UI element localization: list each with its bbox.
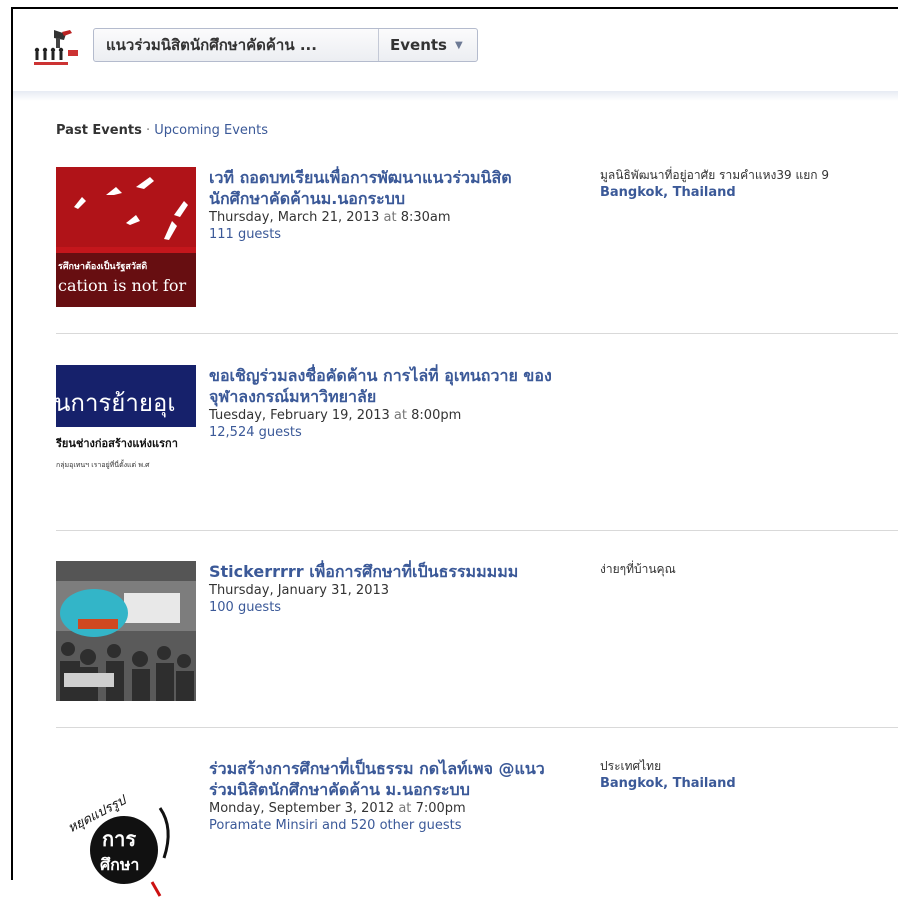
event-title[interactable]: Stickerrrrr เพื่อการศึกษาที่เป็นธรรมมมมม [209,561,554,582]
event-guests[interactable]: 12,524 guests [209,424,554,441]
event-location-city[interactable]: Bangkok, Thailand [600,184,898,201]
event-title[interactable]: ร่วมสร้างการศึกษาที่เป็นธรรม กดไลท์เพจ @… [209,758,554,800]
event-time: 8:00pm [411,408,462,423]
event-date-text: Thursday, March 21, 2013 [209,210,380,225]
event-divider [56,333,898,334]
thumb-caption: การ [102,827,136,851]
event-date-text: Monday, September 3, 2012 [209,801,395,816]
page-header: แนวร่วมนิสิตนักศึกษาคัดค้าน ... Events ▼ [13,9,898,92]
event-time: 7:00pm [415,801,466,816]
event-location: มูลนิธิพัฒนาที่อยู่อาศัย รามคำแหง39 แยก … [600,167,898,201]
event-guests[interactable]: 100 guests [209,599,554,616]
section-dropdown[interactable]: Events ▼ [379,36,463,54]
event-thumbnail[interactable]: นการย้ายอุเ รียนช่างก่อสร้างแห่งแรกา กลุ… [56,365,196,505]
event-info: ขอเชิญร่วมลงชื่อคัดค้าน การไล่ที่ อุเทนถ… [209,365,554,441]
page-frame: แนวร่วมนิสิตนักศึกษาคัดค้าน ... Events ▼… [11,7,898,898]
event-location-name: ประเทศไทย [600,759,662,773]
header-shadow [13,91,898,101]
event-thumbnail[interactable] [56,561,196,701]
event-thumbnail[interactable]: หยุดแปรรูป การ ศึกษา [56,758,196,898]
event-thumbnail[interactable]: รศึกษาต้องเป็นรัฐสวัสดิ cation is not fo… [56,167,196,307]
event-divider [56,530,898,531]
chevron-down-icon: ▼ [454,39,463,51]
event-title[interactable]: เวที ถอดบทเรียนเพื่อการพัฒนาแนวร่วมนิสิต… [209,167,554,209]
event-date: Tuesday, February 19, 2013 at 8:00pm [209,407,554,424]
event-title[interactable]: ขอเชิญร่วมลงชื่อคัดค้าน การไล่ที่ อุเทนถ… [209,365,554,407]
event-date: Thursday, January 31, 2013 [209,582,554,599]
event-location-name: มูลนิธิพัฒนาที่อยู่อาศัย รามคำแหง39 แยก … [600,168,829,182]
thumb-caption: รียนช่างก่อสร้างแห่งแรกา [56,437,178,450]
event-info: Stickerrrrr เพื่อการศึกษาที่เป็นธรรมมมมม… [209,561,554,616]
section-label: Events [390,36,447,54]
event-date: Thursday, March 21, 2013 at 8:30am [209,209,554,226]
page-name: แนวร่วมนิสิตนักศึกษาคัดค้าน ... [106,36,317,54]
tab-past-events[interactable]: Past Events [56,123,142,138]
thumb-caption: นการย้ายอุเ [56,389,176,418]
event-location: ง่ายๆที่บ้านคุณ [600,561,898,578]
event-at: at [393,408,407,423]
event-at: at [398,801,412,816]
thumb-caption: ศึกษา [100,855,139,874]
event-location: ประเทศไทย Bangkok, Thailand [600,758,898,792]
event-info: เวที ถอดบทเรียนเพื่อการพัฒนาแนวร่วมนิสิต… [209,167,554,243]
event-date: Monday, September 3, 2012 at 7:00pm [209,800,554,817]
page-logo[interactable] [32,26,82,70]
event-location-name: ง่ายๆที่บ้านคุณ [600,562,676,576]
page-section-selector[interactable]: แนวร่วมนิสิตนักศึกษาคัดค้าน ... Events ▼ [93,28,478,62]
event-guests[interactable]: 111 guests [209,226,554,243]
event-info: ร่วมสร้างการศึกษาที่เป็นธรรม กดไลท์เพจ @… [209,758,554,834]
tab-separator: · [145,123,151,138]
event-guests[interactable]: Poramate Minsiri and 520 other guests [209,817,554,834]
event-time: 8:30am [400,210,451,225]
event-divider [56,727,898,728]
event-tabs: Past Events · Upcoming Events [56,123,268,138]
tab-upcoming-events[interactable]: Upcoming Events [154,123,268,138]
thumb-caption: cation is not for [58,276,186,295]
event-date-text: Tuesday, February 19, 2013 [209,408,390,423]
event-at: at [383,210,397,225]
event-location-city[interactable]: Bangkok, Thailand [600,775,898,792]
event-date-text: Thursday, January 31, 2013 [209,583,390,598]
